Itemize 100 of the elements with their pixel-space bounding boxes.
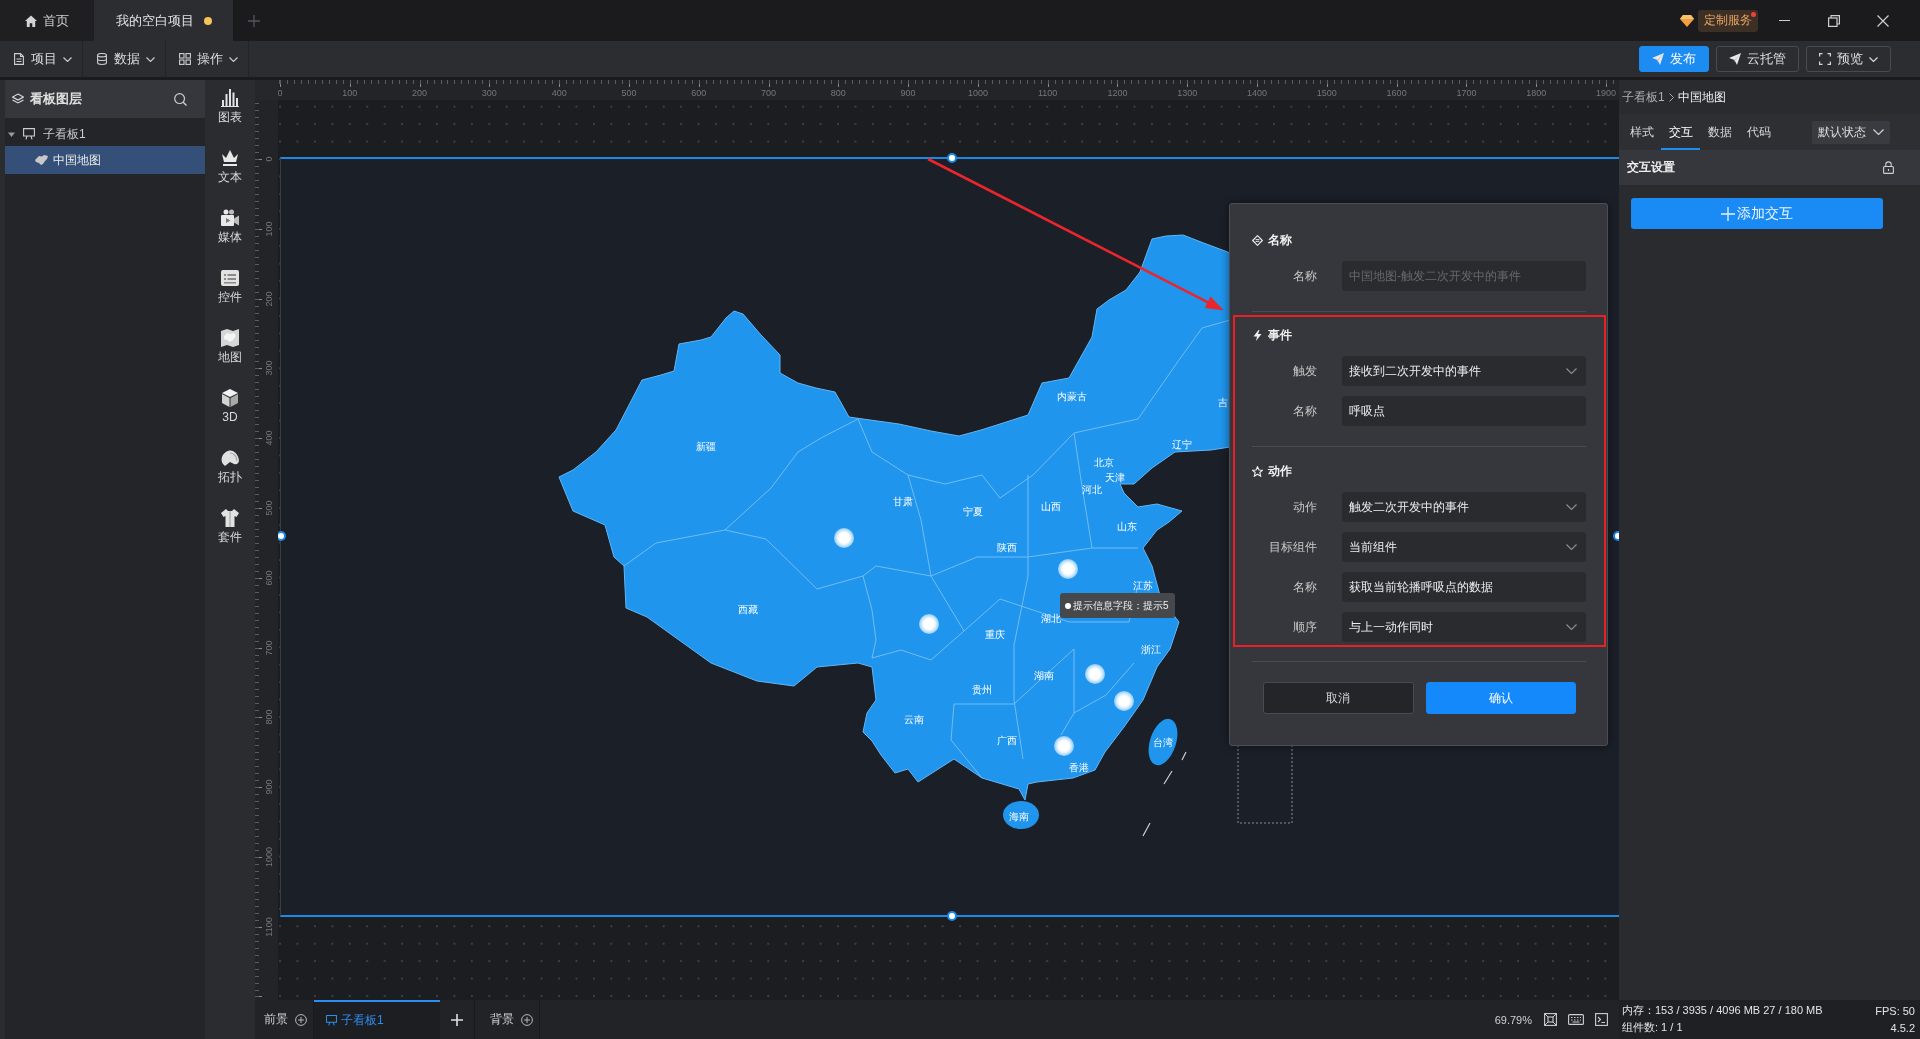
diamond-icon xyxy=(1680,14,1694,27)
text-field[interactable]: 呼吸点 xyxy=(1342,396,1586,426)
ruler-label: 300 xyxy=(481,88,497,98)
terminal-icon[interactable] xyxy=(1595,1013,1608,1026)
component-category[interactable]: 拓扑 xyxy=(205,440,255,500)
province-label: 河北 xyxy=(1082,483,1102,495)
component-category[interactable]: 地图 xyxy=(205,320,255,380)
ruler-label: 600 xyxy=(264,570,274,586)
plus-circle-icon[interactable] xyxy=(521,1013,533,1026)
cloud-hosting-button[interactable]: 云托管 xyxy=(1716,46,1799,72)
ruler-label: 400 xyxy=(551,88,567,98)
resize-handle[interactable] xyxy=(947,153,957,163)
component-category[interactable]: 套件 xyxy=(205,500,255,560)
glow-dot-icon xyxy=(1054,736,1074,756)
chevron-down-icon xyxy=(1566,368,1577,374)
dropdown[interactable]: 接收到二次开发中的事件 xyxy=(1342,356,1586,386)
close-icon[interactable] xyxy=(1876,14,1889,27)
custom-service-button[interactable]: 定制服务 xyxy=(1698,9,1758,32)
confirm-button[interactable]: 确认 xyxy=(1425,682,1576,714)
ruler-label: 1100 xyxy=(264,917,274,937)
ruler-label: 1100 xyxy=(1038,88,1058,98)
glow-dot-icon xyxy=(1114,691,1134,711)
breadcrumb-item[interactable]: 子看板1 xyxy=(1622,88,1665,106)
glow-dot-icon xyxy=(1085,664,1105,684)
search-icon[interactable] xyxy=(174,92,187,106)
cancel-button[interactable]: 取消 xyxy=(1263,682,1414,714)
plus-circle-icon[interactable] xyxy=(295,1013,307,1026)
board-tab[interactable]: 子看板1 xyxy=(314,1000,440,1039)
tree-item[interactable]: 中国地图 xyxy=(5,146,205,174)
lock-icon[interactable] xyxy=(1883,161,1894,174)
preview-button[interactable]: 预览 xyxy=(1806,46,1891,72)
breadcrumb-item[interactable]: 中国地图 xyxy=(1677,88,1726,106)
ruler-label: 600 xyxy=(691,88,707,98)
panel-tab[interactable]: 样式 xyxy=(1622,114,1661,150)
ruler-label: 900 xyxy=(264,779,274,795)
province-label: 陕西 xyxy=(997,541,1017,553)
component-category[interactable]: 3D xyxy=(205,380,255,440)
component-category[interactable]: 控件 xyxy=(205,260,255,320)
star-icon xyxy=(1252,465,1263,477)
plus-icon[interactable] xyxy=(451,1013,463,1026)
field-label: 名称 xyxy=(1292,402,1317,420)
list-card-icon xyxy=(221,269,239,287)
chevron-down-icon xyxy=(1566,504,1577,510)
text-field[interactable]: 获取当前轮播呼吸点的数据 xyxy=(1342,572,1586,602)
fit-screen-icon[interactable] xyxy=(1544,1013,1557,1026)
status-text: 组件数: 1 / 1 xyxy=(1622,1020,1683,1035)
component-category[interactable]: 媒体 xyxy=(205,200,255,260)
keyboard-icon[interactable] xyxy=(1568,1014,1584,1025)
menu-button[interactable]: 项目 xyxy=(0,41,83,77)
province-label: 浙江 xyxy=(1141,643,1161,655)
window-tab[interactable]: 首页 xyxy=(0,0,94,41)
scene-tab[interactable]: 前景 xyxy=(264,1011,288,1028)
bullet-dot-icon xyxy=(1065,602,1071,609)
paper-plane-icon xyxy=(1729,53,1741,65)
window-tab[interactable]: 我的空白项目 xyxy=(94,0,233,41)
paper-plane-icon xyxy=(1652,53,1664,65)
bar-chart-icon xyxy=(221,89,239,107)
chevron-down-icon xyxy=(1873,129,1884,135)
ruler-label: 1500 xyxy=(1316,88,1337,98)
caret-icon[interactable] xyxy=(8,130,15,138)
resize-handle[interactable] xyxy=(947,911,957,921)
lightning-icon xyxy=(1252,329,1263,341)
ruler-label: 500 xyxy=(621,88,637,98)
component-category[interactable]: 文本 xyxy=(205,140,255,200)
ruler-label: 900 xyxy=(900,88,916,98)
province-label: 重庆 xyxy=(985,628,1005,640)
scene-tab[interactable]: 背景 xyxy=(490,1011,514,1028)
component-category[interactable]: 图表 xyxy=(205,80,255,140)
panel-title: 看板图层 xyxy=(30,90,82,108)
resize-handle[interactable] xyxy=(278,531,286,541)
province-label: 天津 xyxy=(1105,471,1125,483)
province-label: 内蒙古 xyxy=(1057,390,1087,402)
field-label: 目标组件 xyxy=(1268,538,1317,556)
status-text: 内存：153 / 3935 / 4096 MB 27 / 180 MB xyxy=(1622,1003,1823,1018)
t-shirt-icon xyxy=(221,509,239,527)
chevron-down-icon xyxy=(229,56,238,62)
chevron-down-icon xyxy=(63,56,72,62)
restore-icon[interactable] xyxy=(1827,14,1840,27)
tree-item[interactable]: 子看板1 xyxy=(5,122,205,146)
panel-tab[interactable]: 数据 xyxy=(1700,114,1739,150)
dropdown[interactable]: 触发二次开发中的事件 xyxy=(1342,492,1586,522)
panel-tab[interactable]: 代码 xyxy=(1739,114,1778,150)
field-label: 名称 xyxy=(1292,267,1317,285)
province-label: 新疆 xyxy=(696,440,716,452)
state-dropdown[interactable]: 默认状态 xyxy=(1812,120,1890,144)
ruler-label: 0 xyxy=(278,88,283,98)
ruler-label: 800 xyxy=(830,88,846,98)
ruler-label: 200 xyxy=(264,291,274,307)
ruler-label: 1700 xyxy=(1456,88,1477,98)
glow-dot-icon xyxy=(1058,559,1078,579)
province-label: 香港 xyxy=(1069,761,1089,773)
dropdown[interactable]: 当前组件 xyxy=(1342,532,1586,562)
dropdown[interactable]: 与上一动作同时 xyxy=(1342,612,1586,642)
ruler-label: 1900 xyxy=(1596,88,1616,98)
folded-map-icon xyxy=(221,329,239,347)
menu-button[interactable]: 操作 xyxy=(166,41,249,77)
province-label: 甘肃 xyxy=(893,495,913,507)
menu-button[interactable]: 数据 xyxy=(83,41,166,77)
plus-icon xyxy=(1721,206,1735,221)
ruler-label: 1800 xyxy=(1526,88,1547,98)
